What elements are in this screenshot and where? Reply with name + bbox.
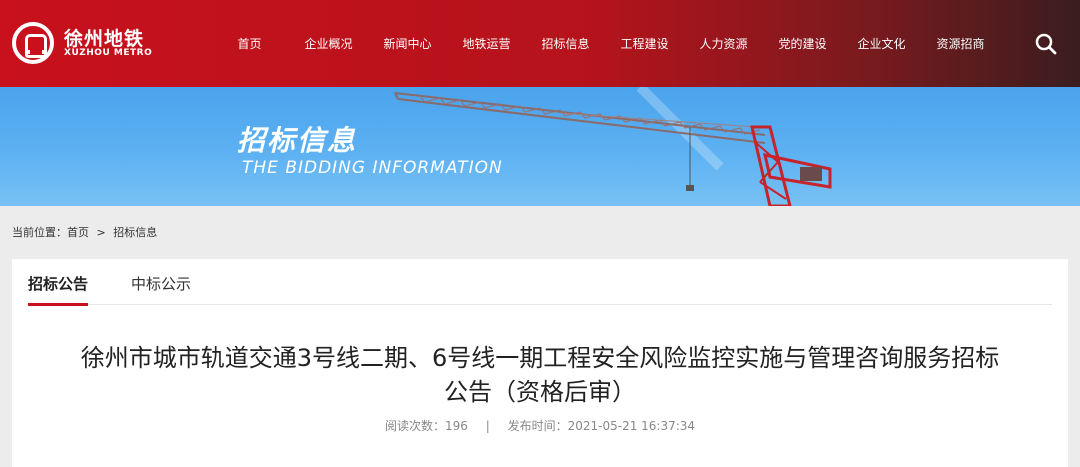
breadcrumb-separator: >	[96, 226, 106, 239]
nav-item-corporate-culture[interactable]: 企业文化	[842, 35, 921, 52]
breadcrumb: 当前位置：首页 > 招标信息	[12, 224, 157, 240]
banner-title-cn: 招标信息	[237, 124, 358, 157]
logo-text-en: XUZHOU METRO	[64, 48, 153, 58]
meta-separator: |	[485, 419, 490, 433]
breadcrumb-home-link[interactable]: 首页	[67, 224, 89, 240]
breadcrumb-current-link[interactable]: 招标信息	[113, 224, 157, 240]
page-banner: 招标信息 THE BIDDING INFORMATION	[0, 87, 1080, 206]
article-title-line1: 徐州市城市轨道交通3号线二期、6号线一期工程安全风险监控实施与管理咨询服务招标	[80, 344, 1000, 372]
nav-item-news-center[interactable]: 新闻中心	[368, 35, 447, 52]
site-logo[interactable]: 徐州地铁 XUZHOU METRO	[12, 20, 172, 66]
breadcrumb-prefix: 当前位置：	[12, 226, 67, 239]
metro-logo-icon	[12, 22, 54, 64]
nav-item-investment[interactable]: 资源招商	[921, 35, 1000, 52]
site-header: 徐州地铁 XUZHOU METRO 首页 企业概况 新闻中心 地铁运营 招标信息…	[0, 0, 1080, 87]
published-time: 2021-05-21 16:37:34	[567, 419, 696, 433]
nav-item-home[interactable]: 首页	[210, 35, 289, 52]
nav-item-bidding-info[interactable]: 招标信息	[526, 35, 605, 52]
tab-winning-bid-notice[interactable]: 中标公示	[131, 273, 191, 294]
search-icon	[1035, 33, 1057, 55]
tab-bidding-announcement[interactable]: 招标公告	[28, 273, 89, 306]
nav-item-company-overview[interactable]: 企业概况	[289, 35, 368, 52]
banner-title-en: THE BIDDING INFORMATION	[242, 158, 503, 178]
views-label: 阅读次数：	[384, 419, 445, 433]
search-button[interactable]	[1034, 32, 1058, 56]
article-title: 徐州市城市轨道交通3号线二期、6号线一期工程安全风险监控实施与管理咨询服务招标 …	[28, 341, 1052, 409]
tower-crane-image	[394, 87, 832, 206]
content-card: 招标公告 中标公示 徐州市城市轨道交通3号线二期、6号线一期工程安全风险监控实施…	[12, 259, 1068, 467]
nav-item-party-building[interactable]: 党的建设	[763, 35, 842, 52]
nav-item-construction[interactable]: 工程建设	[605, 35, 684, 52]
published-label: 发布时间：	[507, 419, 568, 433]
tab-bar: 招标公告 中标公示	[28, 259, 1052, 306]
nav-item-metro-operation[interactable]: 地铁运营	[447, 35, 526, 52]
logo-text-cn: 徐州地铁	[64, 28, 145, 50]
article-meta: 阅读次数：196 | 发布时间：2021-05-21 16:37:34	[12, 417, 1068, 434]
article-title-line2: 公告（资格后审）	[444, 378, 636, 406]
main-nav: 首页 企业概况 新闻中心 地铁运营 招标信息 工程建设 人力资源 党的建设 企业…	[210, 0, 1000, 87]
nav-item-human-resources[interactable]: 人力资源	[684, 35, 763, 52]
views-count: 196	[444, 419, 468, 433]
